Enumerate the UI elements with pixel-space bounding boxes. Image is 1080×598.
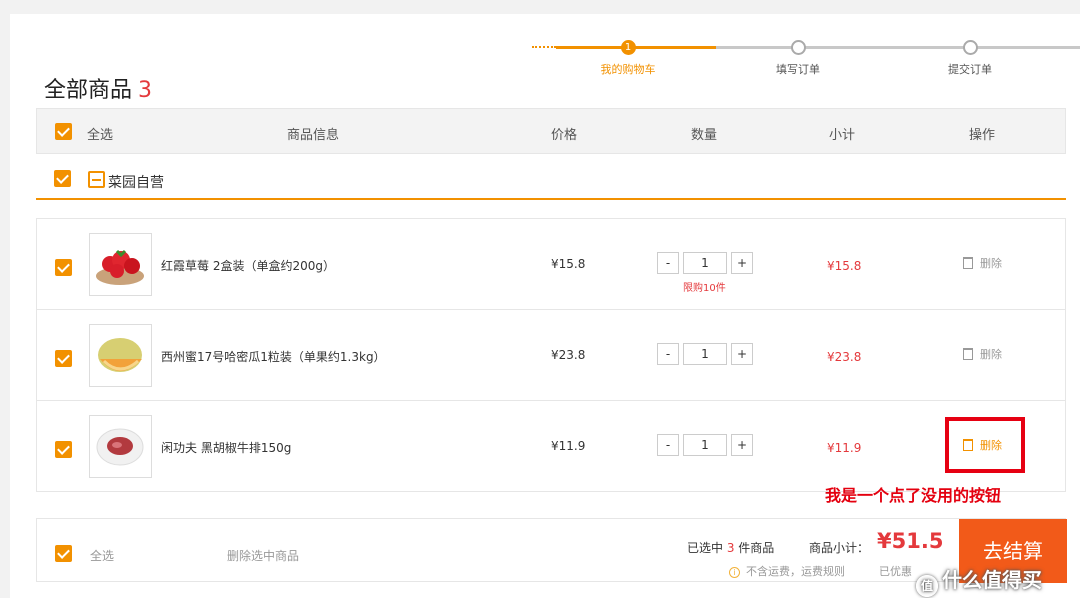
- item-checkbox[interactable]: [55, 350, 72, 367]
- select-all-label[interactable]: 全选: [87, 124, 113, 143]
- table-row: 红霞草莓 2盒装（单盒约200g） ¥15.8 - 1 + 限购10件 ¥15.…: [37, 219, 1065, 310]
- cart-items: 红霞草莓 2盒装（单盒约200g） ¥15.8 - 1 + 限购10件 ¥15.…: [36, 218, 1066, 492]
- watermark-logo-icon: 值: [916, 575, 938, 597]
- delete-button[interactable]: 删除: [963, 255, 1002, 271]
- header-product-info: 商品信息: [287, 128, 340, 143]
- table-header: 全选 商品信息 价格 数量 小计 操作: [36, 108, 1066, 154]
- trash-icon: [963, 439, 973, 451]
- step-number: 1: [620, 40, 636, 55]
- watermark: 值什么值得买: [916, 564, 1042, 597]
- delete-button[interactable]: 删除: [963, 346, 1002, 362]
- info-icon: i: [729, 567, 740, 578]
- header-subtotal: 小计: [829, 128, 856, 143]
- annotation-text: 我是一个点了没用的按钮: [825, 486, 1002, 505]
- unit-price: ¥15.8: [551, 257, 586, 271]
- store-icon: [88, 171, 105, 188]
- decrease-button[interactable]: -: [657, 343, 679, 365]
- selected-count-text: 已选中 3 件商品: [687, 539, 774, 556]
- item-subtotal: ¥15.8: [827, 259, 862, 273]
- store-checkbox[interactable]: [54, 170, 71, 187]
- unit-price: ¥11.9: [551, 439, 586, 453]
- shipping-note-text: 不含运费，运费规则: [746, 565, 845, 578]
- delete-label: 删除: [980, 348, 1002, 361]
- purchase-limit: 限购10件: [683, 283, 726, 294]
- store-name[interactable]: 菜园自营: [108, 172, 164, 192]
- product-name[interactable]: 红霞草莓 2盒装（单盒约200g）: [161, 257, 335, 274]
- product-name[interactable]: 闲功夫 黑胡椒牛排150g: [161, 439, 291, 456]
- step-label: 提交订单: [948, 63, 992, 76]
- quantity-input[interactable]: 1: [683, 252, 727, 274]
- selected-prefix: 已选中: [687, 541, 727, 555]
- quantity-input[interactable]: 1: [683, 434, 727, 456]
- step-label: 我的购物车: [600, 63, 656, 76]
- step-number: [962, 40, 978, 55]
- strawberry-image[interactable]: [89, 233, 152, 296]
- step-submit-order: 提交订单: [910, 40, 1030, 77]
- footer-select-all-label[interactable]: 全选: [90, 547, 114, 564]
- steak-image[interactable]: [89, 415, 152, 478]
- delete-label: 删除: [980, 257, 1002, 270]
- cart-footer: 全选 删除选中商品 已选中 3 件商品 商品小计： ¥51.5 i 不含运费，运费…: [36, 518, 1067, 583]
- decrease-button[interactable]: -: [657, 434, 679, 456]
- header-actions: 操作: [969, 128, 996, 143]
- delete-label: 删除: [980, 439, 1002, 452]
- unit-price: ¥23.8: [551, 348, 586, 362]
- header-price: 价格: [551, 128, 578, 143]
- store-header: 菜园自营: [36, 164, 1066, 200]
- increase-button[interactable]: +: [731, 252, 753, 274]
- footer-select-all-checkbox[interactable]: [55, 545, 72, 562]
- melon-image[interactable]: [89, 324, 152, 387]
- step-fill-order: 填写订单: [738, 40, 858, 77]
- item-subtotal: ¥23.8: [827, 350, 862, 364]
- select-all-checkbox[interactable]: [55, 123, 72, 140]
- watermark-text: 什么值得买: [942, 568, 1042, 592]
- progress-dots: [532, 46, 556, 48]
- delete-button[interactable]: 删除: [963, 437, 1002, 453]
- step-number: [790, 40, 806, 55]
- page-title: 全部商品 3: [44, 72, 152, 104]
- step-label: 填写订单: [776, 63, 820, 76]
- shipping-note[interactable]: i 不含运费，运费规则: [729, 563, 845, 579]
- header-quantity: 数量: [691, 128, 718, 143]
- item-subtotal: ¥11.9: [827, 441, 862, 455]
- product-name[interactable]: 西州蜜17号哈密瓜1粒装（单果约1.3kg）: [161, 348, 386, 365]
- trash-icon: [963, 348, 973, 360]
- increase-button[interactable]: +: [731, 434, 753, 456]
- subtotal-label: 商品小计：: [809, 541, 870, 555]
- table-row: 闲功夫 黑胡椒牛排150g ¥11.9 - 1 + ¥11.9 删除: [37, 401, 1065, 492]
- checkout-progress: 1 我的购物车 填写订单 提交订单: [532, 36, 1080, 76]
- cart-page: 1 我的购物车 填写订单 提交订单 全部商品 3 全选 商品信息 价格 数量 小计…: [10, 14, 1080, 598]
- page-title-text: 全部商品: [44, 78, 133, 103]
- item-checkbox[interactable]: [55, 441, 72, 458]
- item-count: 3: [138, 78, 153, 103]
- trash-icon: [963, 257, 973, 269]
- item-checkbox[interactable]: [55, 259, 72, 276]
- decrease-button[interactable]: -: [657, 252, 679, 274]
- table-row: 西州蜜17号哈密瓜1粒装（单果约1.3kg） ¥23.8 - 1 + ¥23.8…: [37, 310, 1065, 401]
- total-amount: ¥51.5: [877, 529, 944, 553]
- delete-selected-link[interactable]: 删除选中商品: [227, 547, 299, 564]
- selected-suffix: 件商品: [734, 541, 775, 555]
- increase-button[interactable]: +: [731, 343, 753, 365]
- step-cart: 1 我的购物车: [568, 40, 688, 77]
- saved-label: 已优惠: [879, 565, 912, 578]
- quantity-input[interactable]: 1: [683, 343, 727, 365]
